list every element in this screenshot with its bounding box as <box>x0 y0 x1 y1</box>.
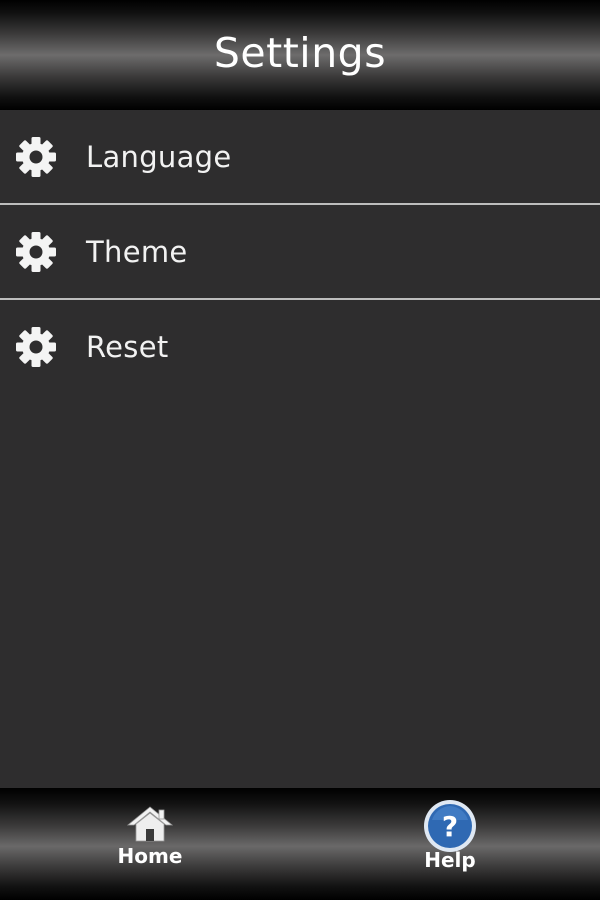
page-title: Settings <box>213 29 387 77</box>
settings-item-reset[interactable]: Reset <box>0 300 600 393</box>
svg-text:?: ? <box>442 810 458 843</box>
gear-icon <box>14 135 58 179</box>
gear-icon <box>14 325 58 369</box>
header-bar: Settings <box>0 0 600 110</box>
settings-item-label: Language <box>86 139 232 174</box>
settings-item-label: Theme <box>86 234 188 269</box>
tab-home-label: Home <box>117 844 183 868</box>
bottom-tab-bar: Home ? Help <box>0 788 600 900</box>
settings-item-label: Reset <box>86 329 169 364</box>
settings-screen: Settings Language Theme Reset Home ? Hel… <box>0 0 600 900</box>
tab-help-label: Help <box>424 848 476 872</box>
tab-home[interactable]: Home <box>0 788 300 900</box>
home-icon <box>126 806 174 846</box>
settings-item-language[interactable]: Language <box>0 110 600 205</box>
settings-list: Language Theme Reset <box>0 110 600 393</box>
tab-help[interactable]: ? Help <box>300 788 600 900</box>
settings-item-theme[interactable]: Theme <box>0 205 600 300</box>
gear-icon <box>14 230 58 274</box>
